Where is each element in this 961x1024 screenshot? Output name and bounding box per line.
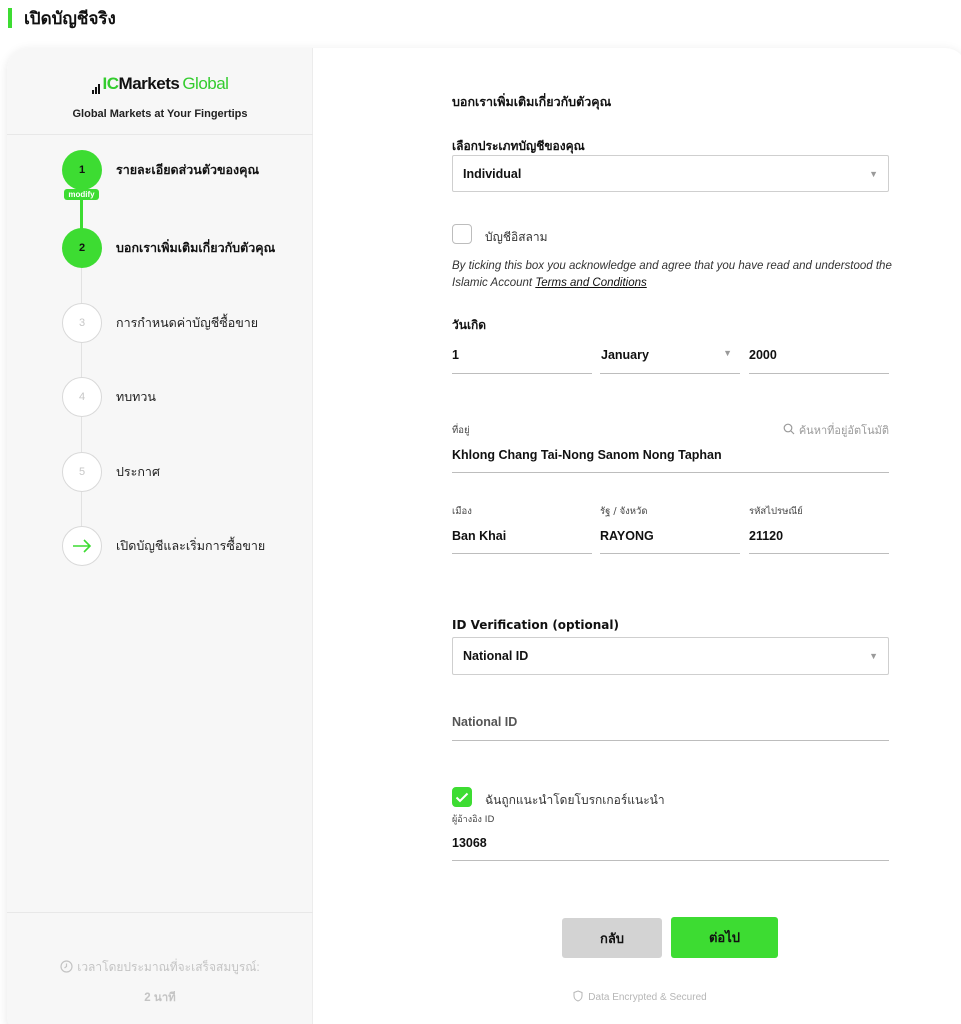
secure-note-text: Data Encrypted & Secured xyxy=(588,992,707,1003)
step-4-label: ทบทวน xyxy=(116,389,156,404)
step-final-label: เปิดบัญชีและเริ่มการซื้อขาย xyxy=(116,538,266,553)
dropdown-caret-icon: ▼ xyxy=(723,348,732,358)
logo-global-text: Global xyxy=(182,74,229,93)
checkmark-icon xyxy=(455,792,469,802)
step-2: 2 บอกเราเพิ่มเติมเกี่ยวกับตัวคุณ xyxy=(62,228,275,268)
step-5-label: ประกาศ xyxy=(116,464,160,479)
form-panel: บอกเราเพิ่มเติมเกี่ยวกับตัวคุณ เลือกประเ… xyxy=(313,48,961,1024)
back-button[interactable]: กลับ xyxy=(562,918,662,958)
city-value: Ban Khai xyxy=(452,529,507,543)
page-title: เปิดบัญชีจริง xyxy=(24,8,116,29)
state-label: รัฐ / จังหวัด xyxy=(600,506,648,517)
logo-bars-icon xyxy=(91,84,101,94)
id-verification-select[interactable]: National ID ▼ xyxy=(452,637,889,675)
islamic-account-label: บัญชีอิสลาม xyxy=(485,230,548,244)
city-label: เมือง xyxy=(452,506,472,517)
dob-month-value: January xyxy=(601,348,649,362)
referral-checkbox-label: ฉันถูกแนะนำโดยโบรกเกอร์แนะนำ xyxy=(485,793,665,807)
auto-address-search[interactable]: ค้นหาที่อยู่อัตโนมัติ xyxy=(783,421,889,439)
step-final: เปิดบัญชีและเริ่มการซื้อขาย xyxy=(62,526,265,566)
search-icon xyxy=(783,423,795,438)
referral-checkbox[interactable] xyxy=(452,787,472,807)
header-accent-bar xyxy=(8,8,12,28)
account-type-value: Individual xyxy=(463,166,522,181)
islamic-account-checkbox[interactable] xyxy=(452,224,472,244)
step-4-circle: 4 xyxy=(62,377,102,417)
next-button[interactable]: ต่อไป xyxy=(671,917,778,958)
step-4: 4 ทบทวน xyxy=(62,377,156,417)
divider xyxy=(7,134,313,135)
ic-markets-logo: IC Markets Global xyxy=(91,74,229,94)
estimated-time: เวลาโดยประมาณที่จะเสร็จสมบูรณ์: xyxy=(7,958,313,977)
signup-card: IC Markets Global Global Markets at Your… xyxy=(7,48,961,1024)
address-input[interactable]: Khlong Chang Tai-Nong Sanom Nong Taphan xyxy=(452,448,889,473)
step-2-label: บอกเราเพิ่มเติมเกี่ยวกับตัวคุณ xyxy=(116,240,276,255)
id-verification-value: National ID xyxy=(463,649,529,663)
id-verification-label: ID Verification (optional) xyxy=(452,618,619,632)
secure-note: Data Encrypted & Secured xyxy=(313,990,961,1005)
estimated-time-value: 2 นาที xyxy=(144,992,176,1004)
national-id-placeholder: National ID xyxy=(452,715,518,729)
modify-badge[interactable]: modify xyxy=(64,189,99,200)
islamic-note-text: By ticking this box you acknowledge and … xyxy=(452,260,892,289)
page-header: เปิดบัญชีจริง xyxy=(8,6,116,30)
estimated-time-label: เวลาโดยประมาณที่จะเสร็จสมบูรณ์: xyxy=(77,960,260,974)
referral-id-input[interactable]: 13068 xyxy=(452,836,889,861)
section-title: บอกเราเพิ่มเติมเกี่ยวกับตัวคุณ xyxy=(452,94,612,109)
national-id-input[interactable]: National ID xyxy=(452,715,889,741)
step-3-circle: 3 xyxy=(62,303,102,343)
account-type-label: เลือกประเภทบัญชีของคุณ xyxy=(452,139,585,153)
divider xyxy=(7,912,313,913)
referral-id-value: 13068 xyxy=(452,836,487,850)
state-value: RAYONG xyxy=(600,529,654,543)
dob-label: วันเกิด xyxy=(452,318,487,332)
dropdown-caret-icon: ▼ xyxy=(869,168,878,179)
referral-id-label: ผู้อ้างอิง ID xyxy=(452,815,495,825)
city-input[interactable]: Ban Khai xyxy=(452,529,592,554)
state-input[interactable]: RAYONG xyxy=(600,529,740,554)
arrow-right-icon xyxy=(62,526,102,566)
postcode-value: 21120 xyxy=(749,529,784,543)
terms-link[interactable]: Terms and Conditions xyxy=(535,277,646,289)
logo-ic-text: IC xyxy=(102,74,120,93)
logo-markets-text: Markets xyxy=(118,74,180,93)
brand: IC Markets Global Global Markets at Your… xyxy=(7,74,313,120)
dob-year-input[interactable]: 2000 xyxy=(749,348,889,374)
step-1[interactable]: 1 รายละเอียดส่วนตัวของคุณ xyxy=(62,150,259,190)
clock-icon xyxy=(60,959,73,976)
step-3: 3 การกำหนดค่าบัญชีซื้อขาย xyxy=(62,303,258,343)
postcode-label: รหัสไปรษณีย์ xyxy=(749,506,803,517)
account-type-select[interactable]: Individual ▼ xyxy=(452,155,889,192)
step-1-circle: 1 xyxy=(62,150,102,190)
shield-icon xyxy=(573,990,583,1005)
address-label: ที่อยู่ xyxy=(452,425,470,436)
step-1-label: รายละเอียดส่วนตัวของคุณ xyxy=(116,162,260,177)
step-2-circle: 2 xyxy=(62,228,102,268)
auto-address-search-label: ค้นหาที่อยู่อัตโนมัติ xyxy=(798,424,889,437)
step-3-label: การกำหนดค่าบัญชีซื้อขาย xyxy=(116,315,259,330)
dob-day-value: 1 xyxy=(452,348,459,362)
dob-year-value: 2000 xyxy=(749,348,777,362)
step-5-circle: 5 xyxy=(62,452,102,492)
progress-sidebar: IC Markets Global Global Markets at Your… xyxy=(7,48,313,1024)
dob-day-input[interactable]: 1 xyxy=(452,348,592,374)
step-5: 5 ประกาศ xyxy=(62,452,160,492)
dropdown-caret-icon: ▼ xyxy=(869,651,878,661)
dob-month-select[interactable]: January ▼ xyxy=(600,348,740,374)
address-value: Khlong Chang Tai-Nong Sanom Nong Taphan xyxy=(452,448,722,462)
brand-tagline: Global Markets at Your Fingertips xyxy=(72,108,248,120)
islamic-terms-note: By ticking this box you acknowledge and … xyxy=(452,258,892,292)
postcode-input[interactable]: 21120 xyxy=(749,529,889,554)
